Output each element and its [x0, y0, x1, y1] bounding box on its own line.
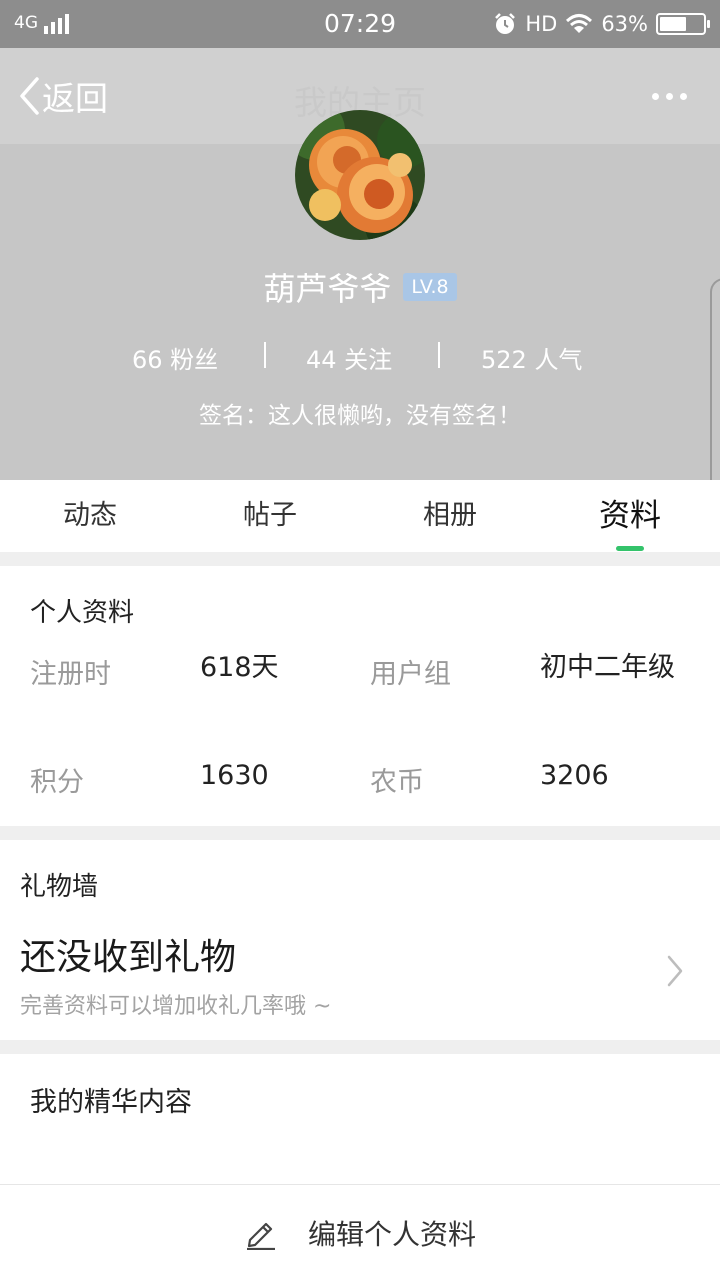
- profile-stats: 66 粉丝 44 关注 522 人气: [0, 340, 720, 374]
- more-dot-icon: [652, 92, 659, 100]
- level-badge: LV.8: [403, 273, 457, 301]
- coins-value: 3206: [540, 760, 609, 791]
- battery-icon: [656, 13, 710, 35]
- username: 葫芦爷爷: [263, 270, 392, 308]
- more-dot-icon: [680, 92, 687, 100]
- gift-empty-text: 还没收到礼物: [20, 937, 237, 978]
- featured-content-section: 我的精华内容: [0, 1054, 720, 1184]
- divider: [0, 552, 720, 566]
- user-group-value: 初中二年级: [540, 652, 675, 683]
- edit-profile-button[interactable]: 编辑个人资料: [0, 1184, 720, 1280]
- profile-header: 返回 我的主页 葫芦爷爷 LV.8 66 粉丝 44 关注 522 人气 签名：…: [0, 48, 720, 480]
- pencil-icon: [246, 1222, 275, 1250]
- divider: [0, 1040, 720, 1054]
- points-value: 1630: [200, 760, 269, 791]
- tab-profile-info[interactable]: 资料: [540, 480, 720, 552]
- battery-level: [660, 17, 686, 31]
- signature: 签名：这人很懒哟，没有签名！: [199, 403, 521, 429]
- fans-count[interactable]: 66 粉丝: [132, 340, 218, 375]
- username-row: 葫芦爷爷 LV.8: [0, 264, 720, 310]
- tab-bar: 动态 帖子 相册 资料: [0, 480, 720, 552]
- tab-album[interactable]: 相册: [360, 480, 540, 552]
- stat-divider: [264, 342, 266, 368]
- wifi-icon: [566, 14, 593, 33]
- stat-divider: [438, 342, 440, 368]
- battery-percent: 63%: [601, 12, 648, 36]
- tab-posts[interactable]: 帖子: [180, 480, 360, 552]
- active-tab-indicator: [616, 546, 644, 551]
- more-dot-icon: [666, 92, 673, 100]
- points-label: 积分: [30, 767, 84, 798]
- user-group-label: 用户组: [370, 659, 451, 690]
- divider: [0, 826, 720, 840]
- gift-wall-title: 礼物墙: [20, 872, 99, 902]
- popularity-count[interactable]: 522 人气: [481, 340, 582, 375]
- hd-indicator: HD: [525, 12, 558, 36]
- coins-label: 农币: [370, 767, 424, 798]
- gift-wall[interactable]: 礼物墙 还没收到礼物 完善资料可以增加收礼几率哦 ~: [0, 840, 720, 1040]
- register-value: 618天: [200, 652, 279, 683]
- following-count[interactable]: 44 关注: [306, 340, 392, 375]
- avatar[interactable]: [295, 110, 425, 240]
- status-icons: HD 63%: [493, 10, 710, 38]
- chevron-right-icon: [667, 955, 683, 987]
- status-bar: 4G 07:29 HD 63%: [0, 0, 720, 48]
- gift-hint-text: 完善资料可以增加收礼几率哦 ~: [20, 994, 332, 1019]
- profile-info-card: 个人资料 注册时 618天 用户组 初中二年级 积分 1630 农币 3206: [0, 566, 720, 826]
- avatar-flower-image: [295, 110, 425, 240]
- more-options-button[interactable]: [652, 86, 692, 106]
- edit-profile-label: 编辑个人资料: [307, 1217, 476, 1251]
- register-label: 注册时: [30, 659, 111, 690]
- featured-title: 我的精华内容: [30, 1087, 192, 1118]
- tab-activity[interactable]: 动态: [0, 480, 180, 552]
- alarm-icon: [495, 13, 516, 34]
- section-title: 个人资料: [30, 598, 135, 628]
